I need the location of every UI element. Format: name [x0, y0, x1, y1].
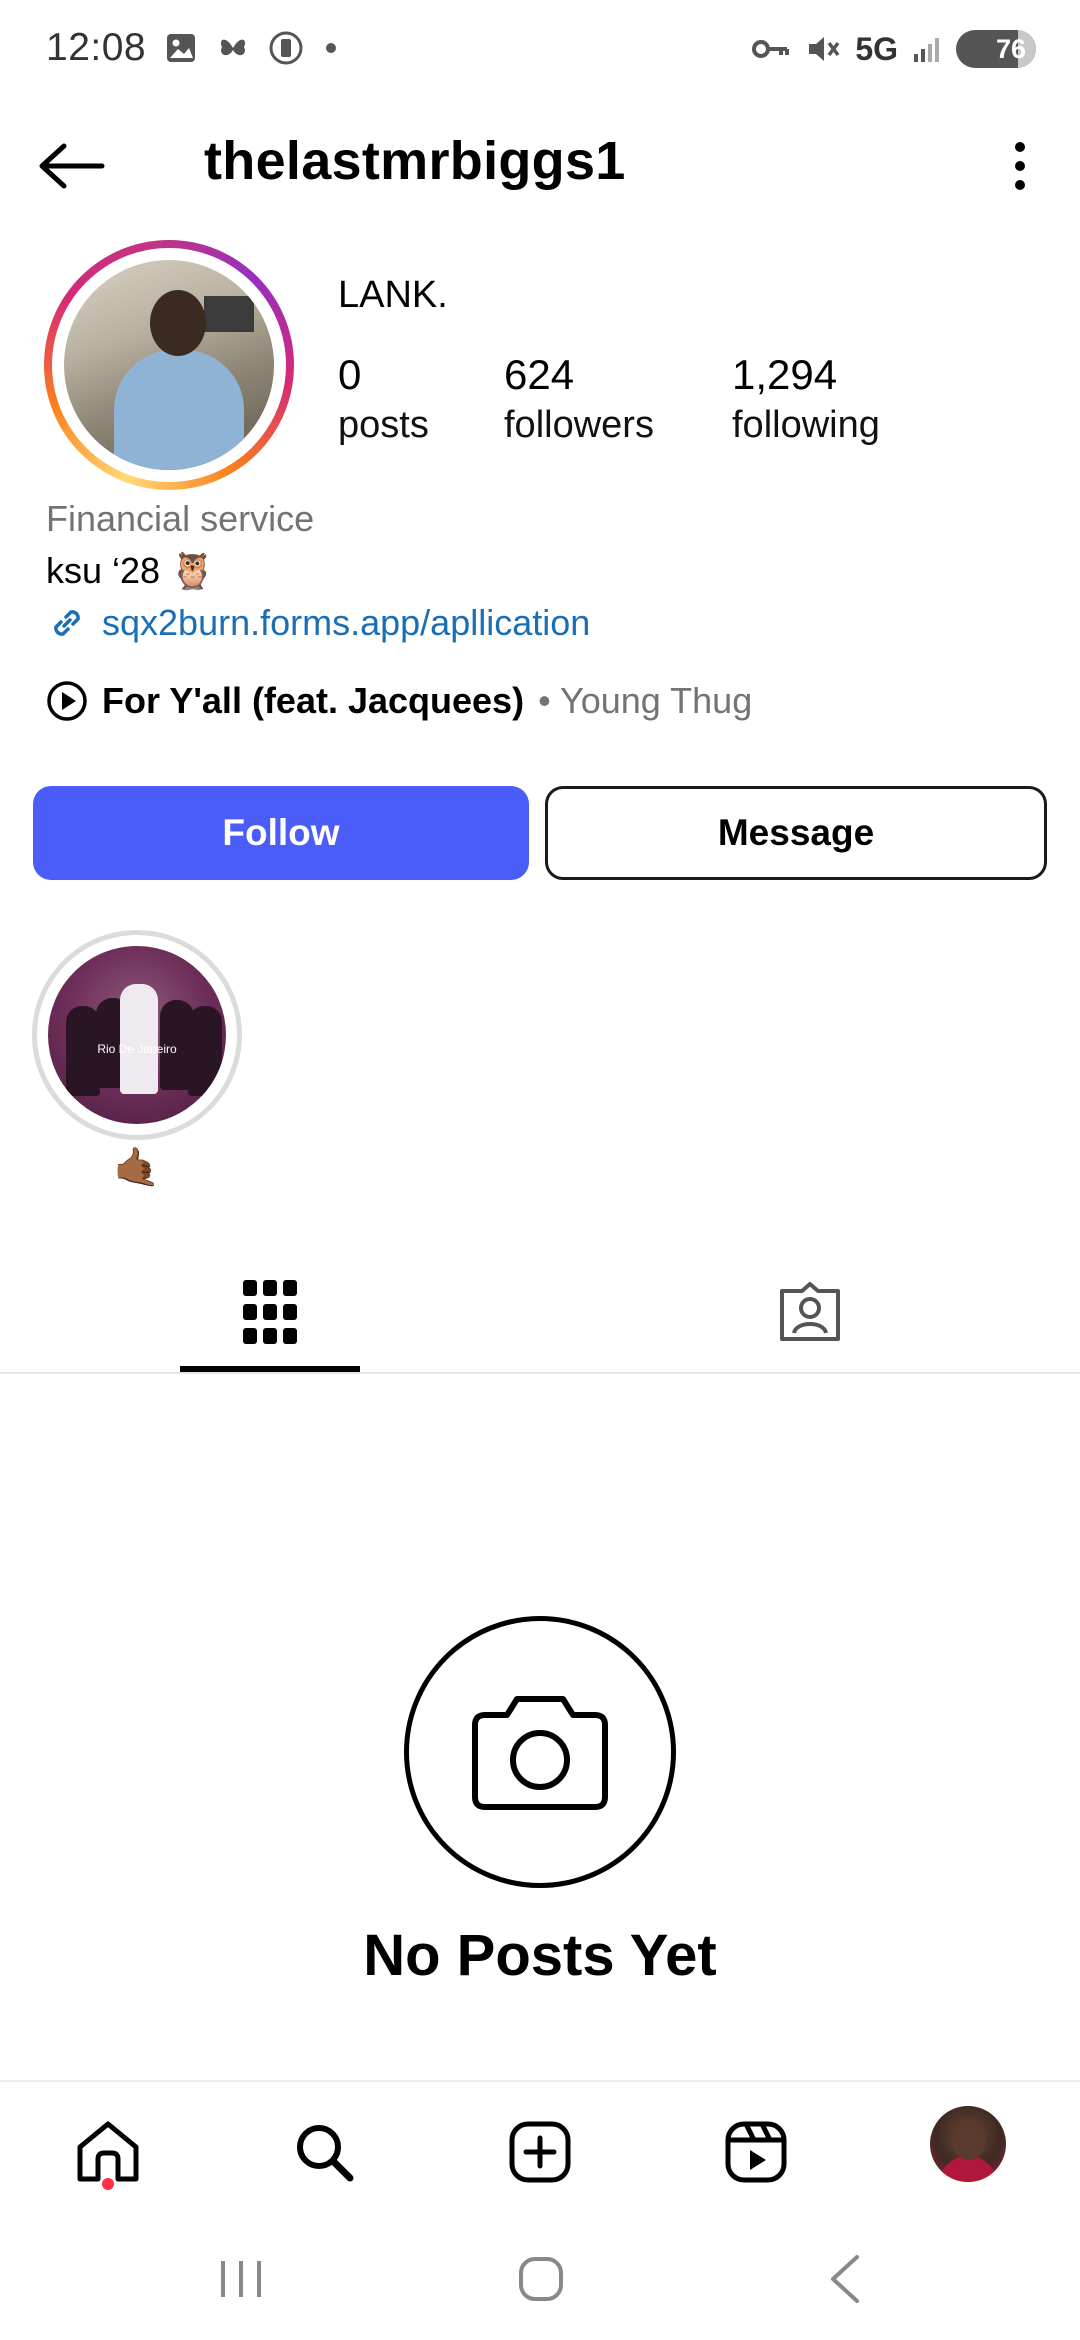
highlight-caption: Rio De Janeiro	[97, 1042, 177, 1056]
profile-link[interactable]: sqx2burn.forms.app/apllication	[46, 602, 590, 644]
stat-value: 1,294	[732, 351, 838, 398]
stat-value: 624	[504, 351, 575, 398]
recent-apps-icon	[221, 2261, 261, 2297]
nav-search[interactable]	[284, 2112, 364, 2192]
story-highlight[interactable]: Rio De Janeiro 🤙🏾	[32, 930, 242, 1200]
stat-label: following	[732, 404, 880, 446]
status-notification-icons	[164, 30, 336, 66]
message-button[interactable]: Message	[545, 786, 1047, 880]
bottom-nav	[0, 2080, 1080, 2210]
stat-posts[interactable]: 0 posts	[338, 350, 504, 450]
battery-indicator: 76	[956, 30, 1036, 68]
network-type: 5G	[855, 30, 898, 67]
profile-username: thelastmrbiggs1	[204, 131, 626, 191]
follow-button[interactable]: Follow	[33, 786, 529, 880]
stat-followers[interactable]: 624 followers	[504, 350, 732, 450]
stat-value: 0	[338, 351, 362, 398]
nav-profile-avatar[interactable]	[930, 2106, 1006, 2182]
profile-bio: ksu ‘28 🦉	[46, 550, 215, 591]
more-notifications-dot	[326, 43, 336, 53]
battery-saver-icon	[269, 31, 303, 65]
system-nav-bar	[0, 2210, 1080, 2340]
system-home-icon	[519, 2257, 563, 2301]
back-arrow-icon	[39, 143, 105, 189]
status-system-icons: 5G 76	[751, 30, 1036, 68]
back-button[interactable]	[36, 132, 116, 200]
tagged-person-icon	[780, 1282, 840, 1341]
more-vertical-icon	[1015, 142, 1025, 190]
recent-apps-button[interactable]	[196, 2244, 286, 2314]
profile-music[interactable]: For Y'all (feat. Jacquees) • Young Thug	[46, 680, 752, 722]
grid-icon	[243, 1280, 297, 1344]
link-icon	[54, 610, 80, 636]
vpn-key-icon	[752, 40, 790, 58]
status-bar: 12:08 5G 76	[0, 0, 1080, 104]
profile-tabs	[0, 1250, 1080, 1374]
tab-posts-grid[interactable]	[180, 1250, 360, 1374]
mute-icon	[809, 37, 840, 61]
active-tab-indicator	[180, 1366, 360, 1372]
camera-icon	[472, 1696, 608, 1810]
create-post-icon	[509, 2121, 571, 2183]
profile-stats: 0 posts 624 followers 1,294 following	[338, 350, 880, 450]
play-circle-icon	[47, 681, 87, 721]
system-back-icon	[831, 2255, 859, 2303]
butterfly-icon	[220, 39, 246, 56]
home-notification-dot	[102, 2178, 114, 2190]
more-options-button[interactable]	[1000, 134, 1040, 198]
gallery-icon	[167, 34, 195, 62]
stat-following[interactable]: 1,294 following	[732, 350, 880, 450]
empty-state-title: No Posts Yet	[363, 1923, 717, 1988]
music-title: For Y'all (feat. Jacquees)	[102, 680, 525, 721]
tab-tagged[interactable]	[720, 1250, 900, 1374]
profile-category: Financial service	[46, 498, 315, 539]
link-text[interactable]: sqx2burn.forms.app/apllication	[102, 602, 590, 644]
stat-label: posts	[338, 404, 429, 446]
highlight-cover: Rio De Janeiro	[48, 946, 226, 1124]
stat-label: followers	[504, 404, 654, 446]
music-artist: • Young Thug	[538, 680, 753, 721]
reels-icon	[725, 2121, 787, 2183]
nav-create[interactable]	[500, 2112, 580, 2192]
signal-icon	[914, 38, 939, 62]
battery-level: 76	[995, 33, 1026, 64]
system-home-button[interactable]	[496, 2244, 586, 2314]
profile-avatar[interactable]	[44, 240, 294, 490]
status-time: 12:08	[46, 26, 147, 69]
search-icon	[297, 2125, 354, 2182]
profile-header: thelastmrbiggs1	[0, 104, 1080, 224]
avatar-photo	[64, 260, 274, 470]
empty-state-camera	[404, 1616, 676, 1888]
system-back-button[interactable]	[800, 2244, 890, 2314]
highlight-label: 🤙🏾	[113, 1147, 161, 1189]
profile-actions: Follow Message	[33, 786, 1047, 880]
home-icon	[77, 2121, 139, 2182]
nav-reels[interactable]	[716, 2112, 796, 2192]
display-name: LANK.	[338, 274, 448, 316]
